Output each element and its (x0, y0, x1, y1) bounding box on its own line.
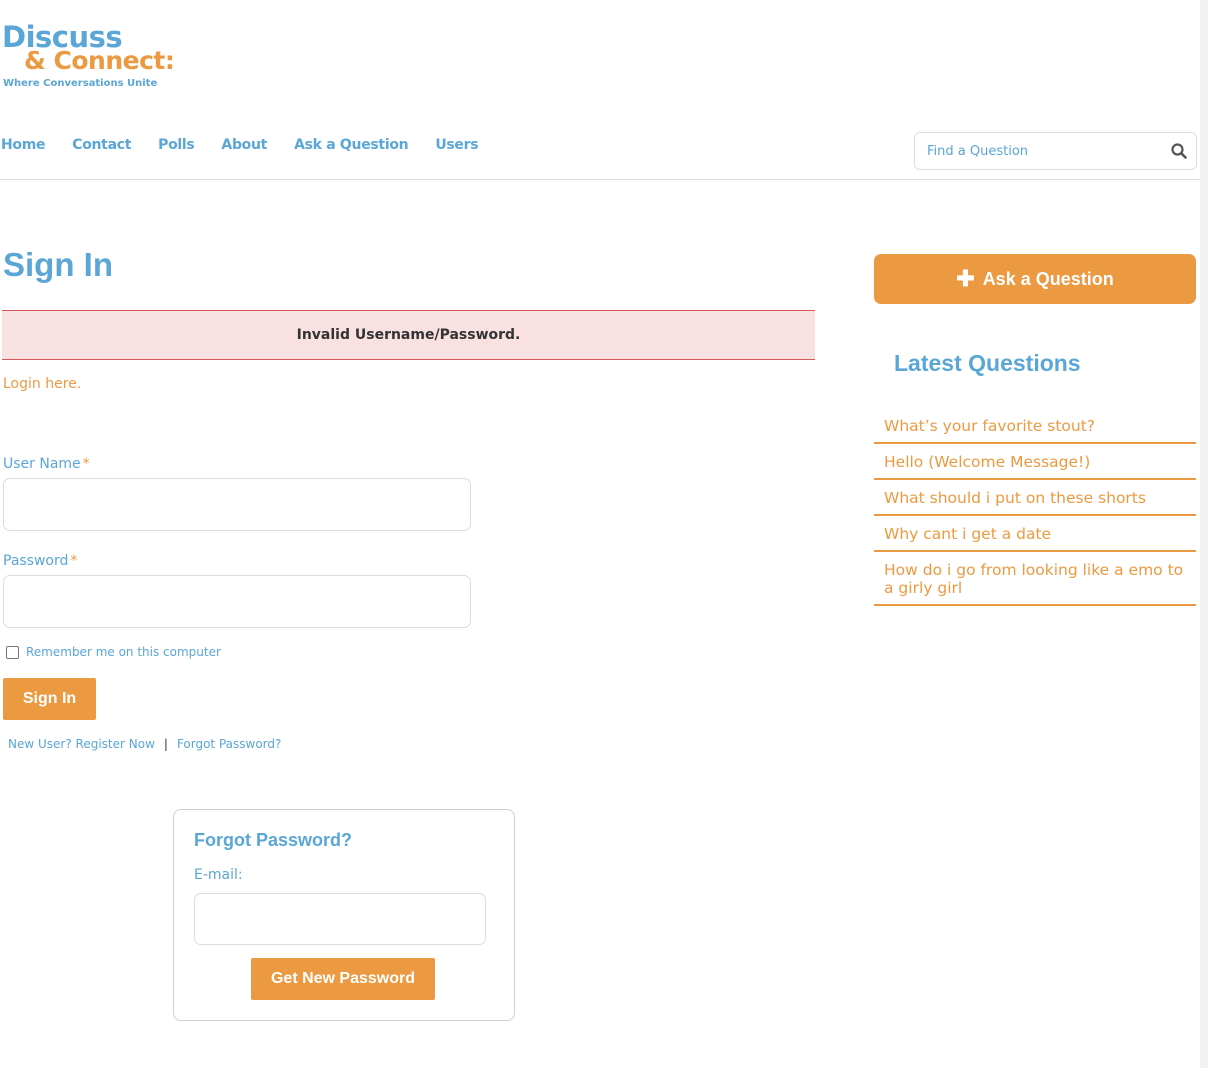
username-label-text: User Name (3, 456, 81, 472)
main-nav: Home Contact Polls About Ask a Question … (1, 137, 505, 153)
username-label: User Name * (3, 456, 90, 472)
nav-contact[interactable]: Contact (72, 137, 131, 153)
ask-question-button[interactable]: ✚ Ask a Question (874, 254, 1196, 304)
remember-me: Remember me on this computer (6, 645, 221, 659)
username-input[interactable] (3, 478, 471, 531)
search-icon[interactable] (1171, 143, 1187, 159)
error-alert: Invalid Username/Password. (2, 310, 815, 360)
question-link[interactable]: Hello (Welcome Message!) (874, 444, 1196, 480)
nav-about[interactable]: About (221, 137, 267, 153)
link-separator: | (163, 737, 168, 751)
forgot-password-link[interactable]: Forgot Password? (177, 737, 281, 751)
nav-ask-a-question[interactable]: Ask a Question (294, 137, 409, 153)
login-here-link[interactable]: Login here. (3, 376, 81, 392)
latest-questions-title: Latest Questions (894, 350, 1081, 376)
sign-in-button[interactable]: Sign In (3, 678, 96, 720)
search-input[interactable] (915, 133, 1155, 169)
password-input[interactable] (3, 575, 471, 628)
required-mark: * (70, 553, 78, 569)
search-box (914, 132, 1197, 170)
ask-question-label: Ask a Question (982, 268, 1114, 289)
email-label: E-mail: (194, 867, 243, 883)
page-title: Sign In (3, 246, 113, 283)
site-logo[interactable]: Discuss & Connect: Where Conversations U… (2, 18, 182, 94)
logo-line-2: & Connect: (24, 46, 175, 75)
forgot-password-panel: Forgot Password? E-mail: Get New Passwor… (173, 809, 515, 1021)
question-link[interactable]: What should i put on these shorts (874, 480, 1196, 516)
remember-me-checkbox[interactable] (6, 645, 19, 659)
nav-users[interactable]: Users (435, 137, 478, 153)
page-scrollbar[interactable] (1200, 0, 1208, 1068)
register-link[interactable]: New User? Register Now (8, 737, 155, 751)
remember-me-label[interactable]: Remember me on this computer (26, 645, 221, 659)
header-divider (0, 179, 1200, 180)
logo-tagline: Where Conversations Unite (3, 78, 158, 89)
question-link[interactable]: What’s your favorite stout? (874, 408, 1196, 444)
required-mark: * (82, 456, 90, 472)
account-links: New User? Register Now | Forgot Password… (8, 737, 281, 751)
get-new-password-button[interactable]: Get New Password (251, 958, 435, 1000)
password-label-text: Password (3, 553, 69, 569)
question-link[interactable]: How do i go from looking like a emo to a… (874, 552, 1196, 606)
forgot-password-title: Forgot Password? (194, 830, 353, 850)
email-field[interactable] (194, 893, 486, 945)
plus-icon: ✚ (956, 266, 975, 291)
latest-questions-list: What’s your favorite stout? Hello (Welco… (874, 408, 1196, 606)
password-label: Password * (3, 553, 77, 569)
nav-home[interactable]: Home (1, 137, 46, 153)
question-link[interactable]: Why cant i get a date (874, 516, 1196, 552)
nav-polls[interactable]: Polls (158, 137, 195, 153)
